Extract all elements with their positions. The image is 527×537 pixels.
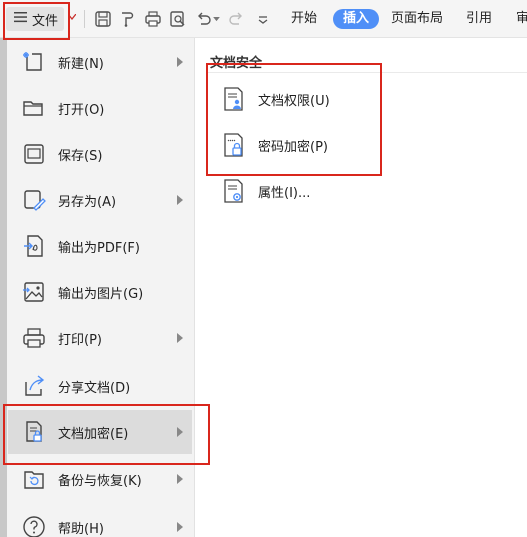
document-properties-icon bbox=[222, 178, 246, 204]
tab-references[interactable]: 引用 bbox=[466, 9, 492, 29]
menu-item-print[interactable]: 打印(P) bbox=[8, 316, 192, 360]
menu-item-new[interactable]: 新建(N) bbox=[8, 40, 192, 84]
menu-item-label: 帮助(H) bbox=[58, 521, 104, 537]
menu-item-share[interactable]: 分享文档(D) bbox=[8, 364, 192, 408]
folder-open-icon bbox=[22, 96, 46, 120]
submenu-item-label: 属性(I)... bbox=[258, 185, 311, 201]
menu-item-label: 另存为(A) bbox=[58, 194, 117, 210]
printer-icon bbox=[22, 326, 46, 350]
chevron-right-icon bbox=[176, 332, 186, 344]
chevron-right-icon bbox=[176, 521, 186, 533]
save-icon[interactable] bbox=[93, 9, 113, 29]
annotation-box-security-options bbox=[206, 63, 382, 176]
tab-page-layout[interactable]: 页面布局 bbox=[391, 9, 443, 29]
redo-icon[interactable] bbox=[226, 9, 246, 29]
print-preview-icon[interactable] bbox=[168, 9, 188, 29]
menu-item-label: 分享文档(D) bbox=[58, 380, 131, 396]
chevron-right-icon bbox=[176, 56, 186, 68]
menu-item-save[interactable]: 保存(S) bbox=[8, 132, 192, 176]
tab-review[interactable]: 审 bbox=[516, 9, 527, 29]
help-icon bbox=[22, 515, 46, 537]
menu-item-label: 打印(P) bbox=[58, 332, 102, 348]
menu-item-label: 输出为PDF(F) bbox=[58, 240, 140, 256]
menu-item-export-pdf[interactable]: 输出为PDF(F) bbox=[8, 224, 192, 268]
menu-item-save-as[interactable]: 另存为(A) bbox=[8, 178, 192, 222]
tab-home[interactable]: 开始 bbox=[291, 9, 317, 29]
tab-insert[interactable]: 插入 bbox=[333, 9, 380, 29]
share-icon bbox=[22, 374, 46, 398]
undo-dropdown-icon[interactable] bbox=[211, 9, 221, 29]
export-pdf-icon bbox=[22, 234, 46, 258]
quick-access-toolbar: 文件 开始 插入 页面布局 引用 审 bbox=[0, 0, 527, 38]
format-painter-icon[interactable] bbox=[117, 9, 137, 29]
backup-restore-icon bbox=[22, 467, 46, 491]
customize-toolbar-icon[interactable] bbox=[253, 9, 273, 29]
print-icon[interactable] bbox=[143, 9, 163, 29]
save-icon bbox=[22, 142, 46, 166]
menu-item-label: 打开(O) bbox=[58, 102, 105, 118]
menu-item-label: 保存(S) bbox=[58, 148, 103, 164]
chevron-right-icon bbox=[176, 194, 186, 206]
toolbar-divider bbox=[84, 10, 85, 28]
submenu-item-properties[interactable]: 属性(I)... bbox=[222, 176, 310, 206]
menu-item-help[interactable]: 帮助(H) bbox=[8, 505, 192, 537]
new-file-icon bbox=[22, 50, 46, 74]
menu-item-open[interactable]: 打开(O) bbox=[8, 86, 192, 130]
save-as-icon bbox=[22, 188, 46, 212]
menu-item-label: 输出为图片(G) bbox=[58, 286, 144, 302]
annotation-box-file-button bbox=[3, 2, 70, 40]
menu-item-export-image[interactable]: 输出为图片(G) bbox=[8, 270, 192, 314]
annotation-box-document-encryption bbox=[3, 404, 210, 465]
menu-item-label: 新建(N) bbox=[58, 56, 104, 72]
menu-item-label: 备份与恢复(K) bbox=[58, 473, 142, 489]
export-image-icon bbox=[22, 280, 46, 304]
chevron-right-icon bbox=[176, 473, 186, 485]
